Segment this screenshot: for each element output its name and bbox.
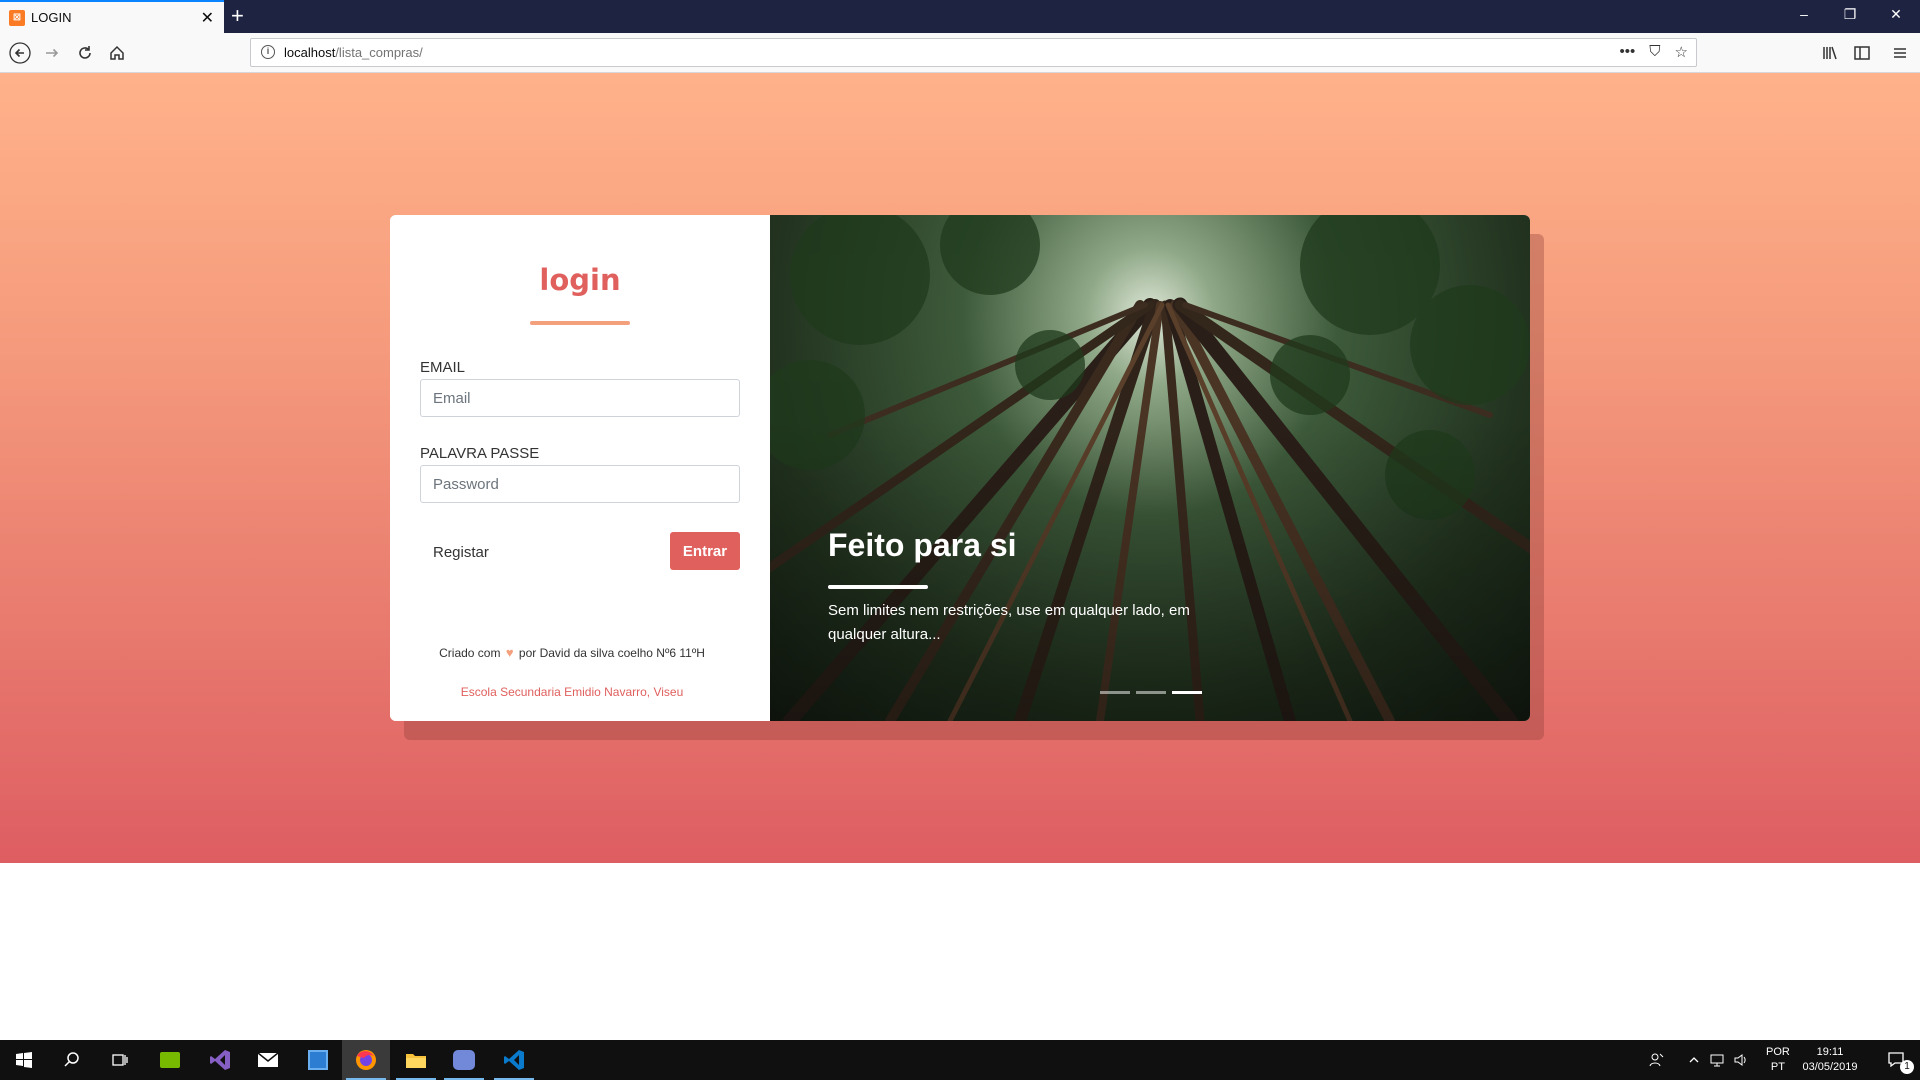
slide-heading: Feito para si <box>828 527 1017 563</box>
slide-underline <box>828 585 928 589</box>
credit-text: Criado com ♥ por David da silva coelho N… <box>439 645 705 660</box>
tab-title: LOGIN <box>31 10 72 25</box>
carousel-indicator-1[interactable] <box>1100 691 1130 694</box>
vscode-icon[interactable] <box>490 1040 538 1080</box>
restore-icon[interactable]: ❐ <box>1840 6 1860 23</box>
url-text: localhost/lista_compras/ <box>284 45 423 60</box>
people-icon[interactable] <box>1640 1040 1674 1080</box>
search-icon[interactable] <box>48 1040 96 1080</box>
mail-icon[interactable] <box>244 1040 292 1080</box>
start-icon[interactable] <box>0 1040 48 1080</box>
notifications-icon[interactable]: 1 <box>1872 1040 1920 1080</box>
library-icon[interactable] <box>1816 39 1844 67</box>
browser-navbar: i localhost/lista_compras/ ••• ⛉ ☆ <box>0 33 1920 73</box>
notification-count: 1 <box>1900 1060 1914 1074</box>
browser-tab[interactable]: ⊠ LOGIN ✕ <box>0 0 224 33</box>
close-tab-icon[interactable]: ✕ <box>201 8 214 28</box>
heart-icon: ♥ <box>505 645 514 660</box>
pocket-icon[interactable]: ⛉ <box>1649 43 1660 61</box>
title-underline <box>530 321 630 325</box>
carousel-indicator-2[interactable] <box>1136 691 1166 694</box>
task-view-icon[interactable] <box>96 1040 144 1080</box>
windows-taskbar: POR PT 19:11 03/05/2019 1 <box>0 1040 1920 1080</box>
page-actions-icon[interactable]: ••• <box>1620 43 1636 61</box>
minimize-icon[interactable]: – <box>1794 6 1814 22</box>
calculator-icon[interactable] <box>294 1040 342 1080</box>
enter-button[interactable]: Entrar <box>670 532 740 570</box>
menu-icon[interactable] <box>1886 39 1914 67</box>
email-label: EMAIL <box>420 359 466 376</box>
password-field[interactable] <box>420 465 740 503</box>
discord-icon[interactable] <box>440 1040 488 1080</box>
forward-icon[interactable] <box>38 39 66 67</box>
language-indicator[interactable]: POR PT <box>1766 1045 1790 1075</box>
register-button[interactable]: Registar <box>420 533 502 571</box>
login-panel: login EMAIL PALAVRA PASSE Registar Entra… <box>390 215 770 721</box>
new-tab-icon[interactable]: + <box>231 3 244 29</box>
login-title: login <box>539 263 621 297</box>
network-icon[interactable] <box>1706 1040 1728 1080</box>
carousel-indicators <box>1100 691 1202 694</box>
bookmark-star-icon[interactable]: ☆ <box>1675 43 1688 61</box>
xampp-icon: ⊠ <box>9 10 25 26</box>
page-background: login EMAIL PALAVRA PASSE Registar Entra… <box>0 73 1920 863</box>
slide-text: Sem limites nem restrições, use em qualq… <box>828 602 1190 643</box>
carousel-slide[interactable]: Feito para si Sem limites nem restrições… <box>770 215 1530 721</box>
sidebar-icon[interactable] <box>1848 39 1876 67</box>
site-info-icon[interactable]: i <box>261 45 275 59</box>
browser-titlebar: ⊠ LOGIN ✕ + – ❐ ✕ <box>0 0 1920 33</box>
close-window-icon[interactable]: ✕ <box>1886 6 1906 23</box>
volume-icon[interactable] <box>1730 1040 1752 1080</box>
login-card: login EMAIL PALAVRA PASSE Registar Entra… <box>390 215 1530 721</box>
clock[interactable]: 19:11 03/05/2019 <box>1800 1045 1860 1075</box>
nvidia-icon[interactable] <box>146 1040 194 1080</box>
firefox-icon[interactable] <box>342 1040 390 1080</box>
school-link[interactable]: Escola Secundaria Emidio Navarro, Viseu <box>390 685 754 699</box>
reload-icon[interactable] <box>71 39 99 67</box>
file-explorer-icon[interactable] <box>392 1040 440 1080</box>
visual-studio-icon[interactable] <box>196 1040 244 1080</box>
email-field[interactable] <box>420 379 740 417</box>
home-icon[interactable] <box>103 39 131 67</box>
url-bar[interactable]: i localhost/lista_compras/ ••• ⛉ ☆ <box>250 38 1697 67</box>
chevron-up-icon[interactable] <box>1684 1040 1704 1080</box>
back-icon[interactable] <box>6 39 34 67</box>
password-label: PALAVRA PASSE <box>420 445 540 462</box>
carousel-indicator-3[interactable] <box>1172 691 1202 694</box>
